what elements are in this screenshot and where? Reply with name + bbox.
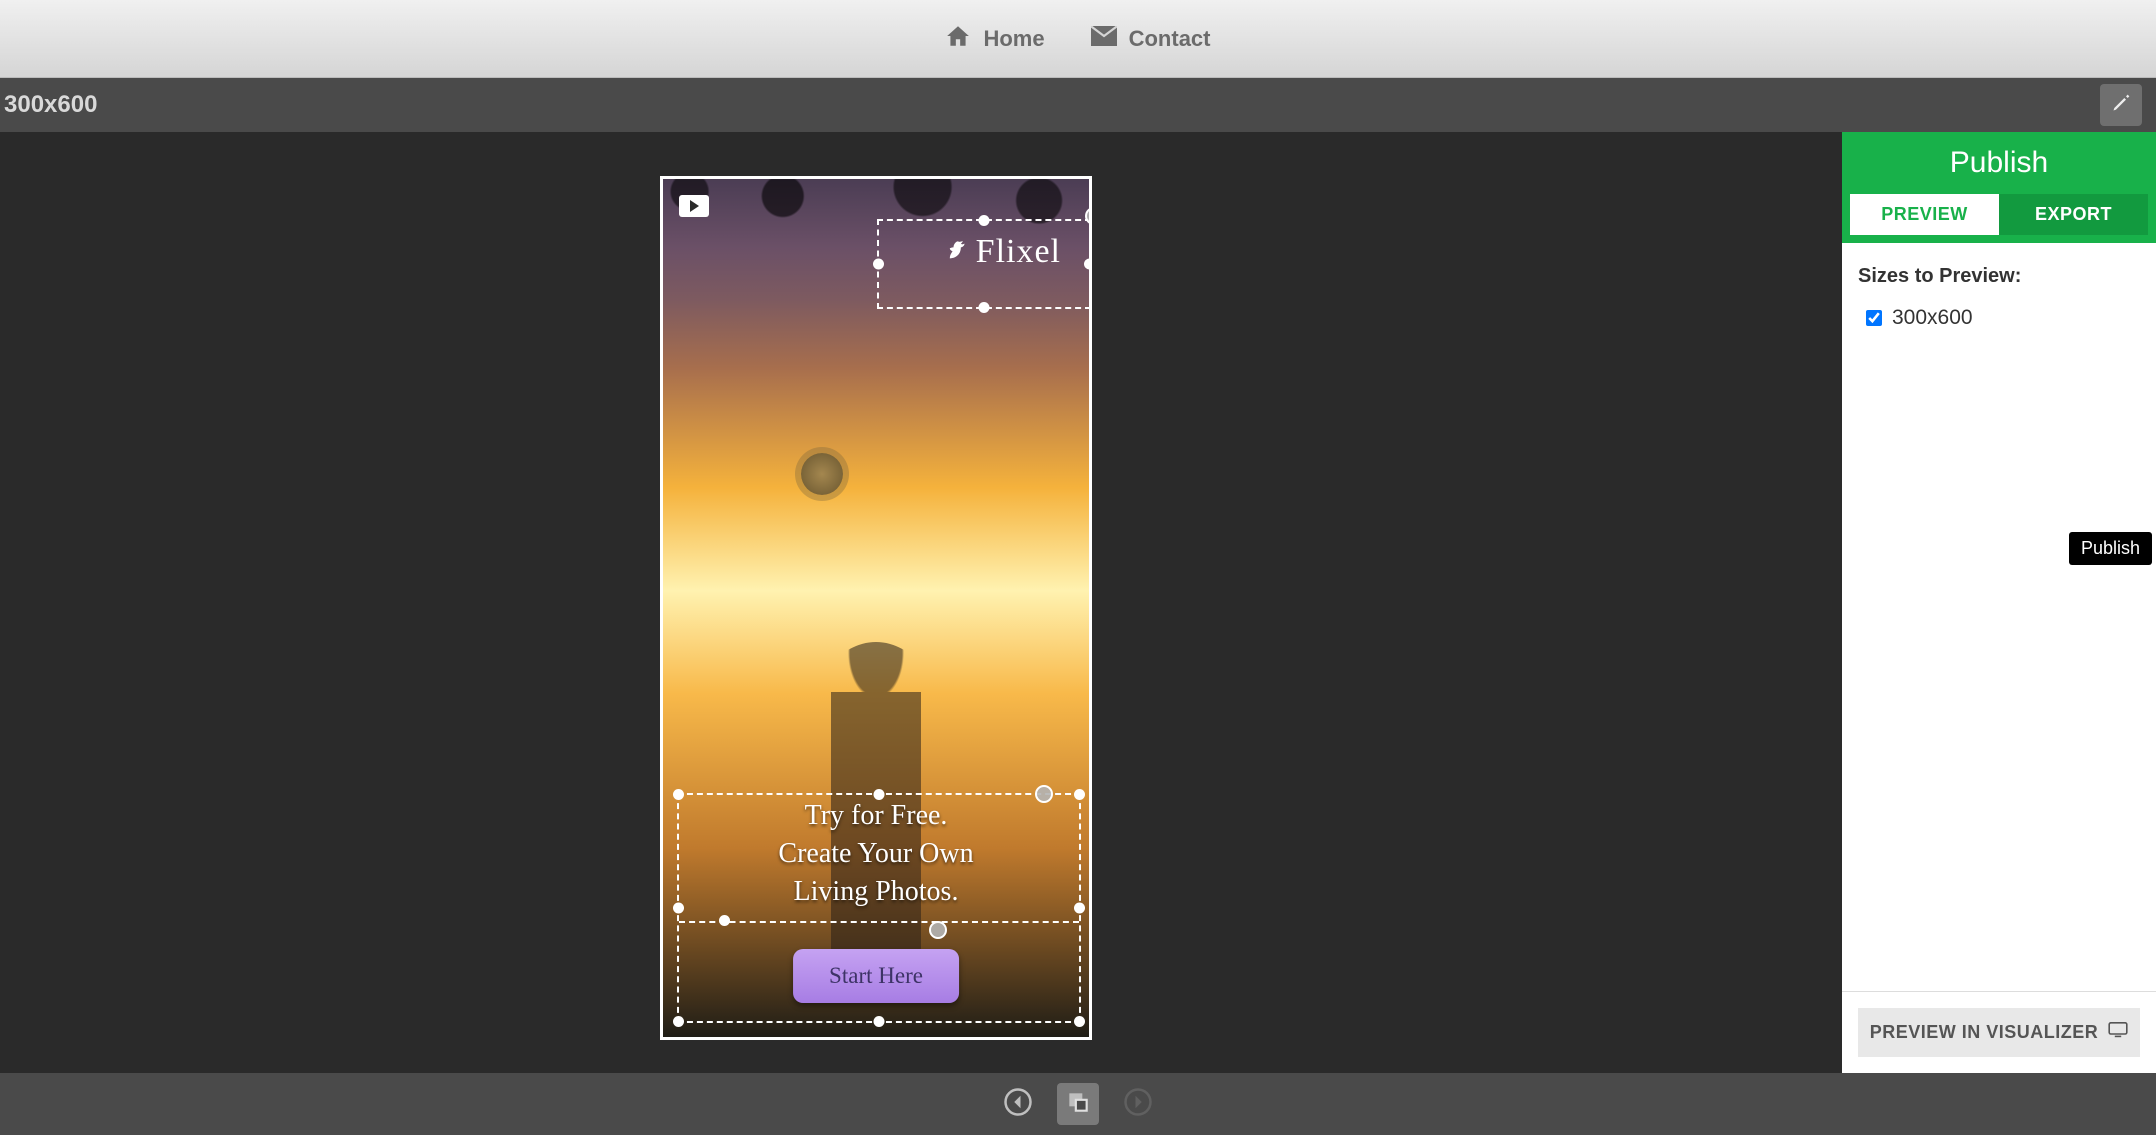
resize-handle[interactable] <box>874 789 885 800</box>
panel-footer: PREVIEW IN VISUALIZER <box>1842 991 2156 1073</box>
panel-tabs: PREVIEW EXPORT <box>1842 194 2156 243</box>
main-area: Flixel Try for Free. Create Your Own Liv… <box>0 132 2156 1073</box>
tab-preview-label: PREVIEW <box>1881 204 1968 224</box>
resize-handle[interactable] <box>719 915 730 926</box>
resize-handle[interactable] <box>979 215 990 226</box>
selection-box-logo[interactable] <box>877 219 1091 309</box>
resize-handle[interactable] <box>874 1016 885 1027</box>
selection-divider <box>679 921 1079 923</box>
prev-button[interactable] <box>997 1083 1039 1125</box>
size-option-label: 300x600 <box>1892 306 1973 330</box>
edit-button[interactable] <box>2100 84 2142 126</box>
nav-home-label: Home <box>983 26 1044 52</box>
resize-handle[interactable] <box>673 903 684 914</box>
tab-export[interactable]: EXPORT <box>1999 194 2148 235</box>
nav-home[interactable]: Home <box>945 23 1044 55</box>
rotate-handle[interactable] <box>1085 207 1092 225</box>
resize-handle[interactable] <box>873 259 884 270</box>
document-bar: 300x600 <box>0 78 2156 132</box>
resize-handle[interactable] <box>673 789 684 800</box>
stage-button[interactable] <box>1057 1083 1099 1125</box>
bottom-toolbar <box>0 1073 2156 1135</box>
size-option[interactable]: 300x600 <box>1866 306 2140 330</box>
preview-visualizer-label: PREVIEW IN VISUALIZER <box>1870 1022 2099 1043</box>
cursor-indicator <box>801 453 843 495</box>
rotate-handle[interactable] <box>1035 785 1053 803</box>
stage-icon <box>1065 1089 1091 1120</box>
nav-contact[interactable]: Contact <box>1091 26 1211 52</box>
resize-handle[interactable] <box>1074 903 1085 914</box>
next-button[interactable] <box>1117 1083 1159 1125</box>
preview-visualizer-button[interactable]: PREVIEW IN VISUALIZER <box>1858 1008 2140 1057</box>
resize-handle[interactable] <box>1074 1016 1085 1027</box>
pencil-icon <box>2111 93 2131 118</box>
document-title: 300x600 <box>4 91 97 119</box>
panel-title: Publish <box>1842 132 2156 194</box>
tab-export-label: EXPORT <box>2035 204 2112 224</box>
home-icon <box>945 23 971 55</box>
arrow-right-circle-icon <box>1123 1087 1153 1122</box>
mail-icon <box>1091 26 1117 52</box>
publish-panel: Publish PREVIEW EXPORT Sizes to Preview:… <box>1842 132 2156 1073</box>
resize-handle[interactable] <box>673 1016 684 1027</box>
rotate-handle[interactable] <box>929 921 947 939</box>
selection-box-lower[interactable] <box>677 793 1081 1023</box>
canvas-area[interactable]: Flixel Try for Free. Create Your Own Liv… <box>0 132 1842 1073</box>
resize-handle[interactable] <box>1084 259 1092 270</box>
monitor-icon <box>2108 1022 2128 1043</box>
publish-tooltip: Publish <box>2069 532 2152 565</box>
resize-handle[interactable] <box>1074 789 1085 800</box>
size-checkbox[interactable] <box>1866 310 1882 326</box>
tab-preview[interactable]: PREVIEW <box>1850 194 1999 235</box>
sizes-label: Sizes to Preview: <box>1858 265 2140 288</box>
ad-canvas[interactable]: Flixel Try for Free. Create Your Own Liv… <box>660 176 1092 1040</box>
nav-contact-label: Contact <box>1129 26 1211 52</box>
panel-body: Sizes to Preview: 300x600 <box>1842 243 2156 991</box>
resize-handle[interactable] <box>979 302 990 313</box>
top-nav: Home Contact <box>0 0 2156 78</box>
arrow-left-circle-icon <box>1003 1087 1033 1122</box>
video-element-icon[interactable] <box>679 195 709 217</box>
